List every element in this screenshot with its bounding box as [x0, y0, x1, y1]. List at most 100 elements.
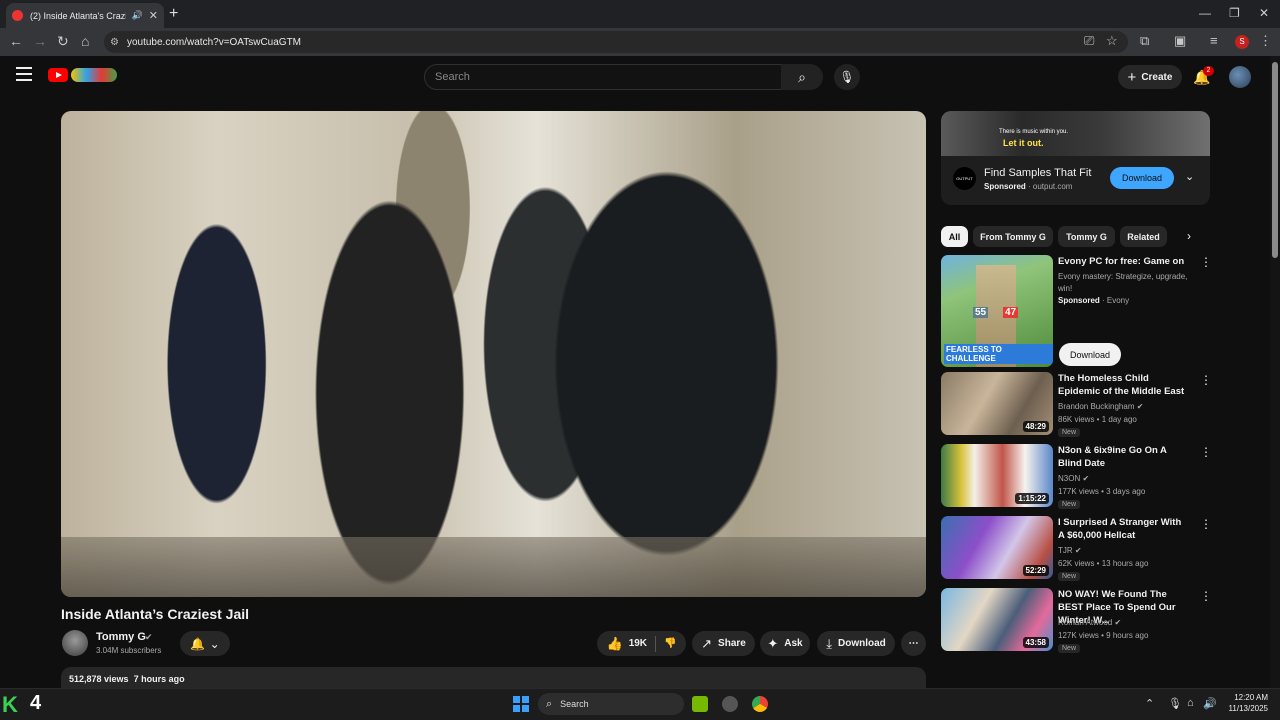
recommendation-more-icon[interactable]: ⋮	[1200, 445, 1212, 459]
taskbar-clock[interactable]: 12:20 AM 11/13/2025	[1224, 692, 1268, 714]
youtube-logo[interactable]	[48, 68, 117, 82]
recommendation-title[interactable]: The Homeless Child Epidemic of the Middl…	[1058, 372, 1190, 398]
video-thumbnail[interactable]: 48:29	[941, 372, 1053, 435]
tray-overflow-chevron-icon[interactable]: ⌃	[1145, 697, 1154, 710]
side-panel-icon[interactable]: ▣	[1174, 33, 1186, 49]
channel-label: Brandon Buckingham	[1058, 402, 1135, 411]
posted-time: 7 hours ago	[133, 674, 185, 684]
media-controls-icon[interactable]: ≡	[1210, 33, 1218, 48]
video-player[interactable]	[61, 111, 926, 597]
recommendation-stats: 177K views • 3 days ago	[1058, 487, 1146, 496]
taskbar-search-input[interactable]: ⌕ Search	[538, 693, 684, 715]
account-avatar[interactable]	[1229, 66, 1251, 88]
new-badge: New	[1058, 500, 1081, 509]
window-close-icon[interactable]: ✕	[1259, 6, 1269, 20]
site-info-icon[interactable]: ⚙	[110, 37, 119, 48]
plus-icon: +	[1127, 68, 1137, 86]
chip-all[interactable]: All	[941, 226, 968, 247]
channel-name[interactable]: Tommy G	[96, 631, 146, 643]
recommendation-channel[interactable]: Brandon Buckingham ✔	[1058, 401, 1143, 413]
verified-badge-icon: ✔	[1136, 402, 1144, 411]
ad-expand-chevron-icon[interactable]: ⌄	[1185, 170, 1194, 183]
video-duration: 43:58	[1022, 637, 1049, 648]
audio-playing-icon[interactable]: 🔊	[132, 10, 143, 21]
like-count[interactable]: 19K	[629, 638, 647, 649]
recommendation-channel[interactable]: Roman Atwood ✔	[1058, 617, 1121, 629]
recommendation-channel[interactable]: TJR ✔	[1058, 545, 1082, 557]
share-button[interactable]: ↗ Share	[692, 631, 755, 656]
download-label: Download	[837, 638, 886, 649]
browser-profile-avatar[interactable]: S	[1235, 35, 1249, 49]
tab-close-icon[interactable]: ✕	[149, 9, 158, 22]
sponsored-download-button[interactable]: Download	[1059, 343, 1121, 366]
sponsored-more-icon[interactable]: ⋮	[1200, 255, 1212, 269]
nvidia-app-icon[interactable]	[692, 696, 708, 712]
chip-from-tommy-g[interactable]: From Tommy G	[973, 226, 1053, 247]
download-button[interactable]: ⤓ Download	[817, 631, 895, 656]
taskbar-app-icon[interactable]	[722, 696, 738, 712]
browser-tab[interactable]: (2) Inside Atlanta's Craziest Jail 🔊 ✕	[6, 3, 164, 28]
windows-start-icon[interactable]	[513, 696, 529, 712]
sponsored-thumbnail[interactable]: 55 47 FEARLESS TO CHALLENGE	[941, 255, 1053, 367]
recommendation-title[interactable]: N3on & 6ix9ine Go On A Blind Date	[1058, 444, 1190, 470]
volume-icon[interactable]: 🔊	[1203, 697, 1217, 710]
chips-next-chevron-icon[interactable]: ›	[1187, 229, 1191, 243]
microphone-tray-icon[interactable]: 🎙	[1168, 697, 1182, 710]
sponsored-title[interactable]: Evony PC for free: Game on	[1058, 255, 1190, 268]
back-icon[interactable]: ←	[9, 33, 23, 49]
network-icon[interactable]: ⌂	[1187, 697, 1194, 709]
more-actions-button[interactable]: ⋯	[901, 631, 926, 656]
extensions-icon[interactable]: ⧉	[1140, 33, 1149, 49]
channel-avatar[interactable]	[62, 630, 88, 656]
bookmark-star-icon[interactable]: ☆	[1106, 33, 1118, 49]
sponsored-label: Sponsored	[984, 182, 1026, 191]
ad-domain: output.com	[1032, 182, 1073, 191]
chip-tommy-g[interactable]: Tommy G	[1058, 226, 1115, 247]
thumbnail-level-b: 47	[1003, 307, 1019, 318]
video-thumbnail[interactable]: 52:29	[941, 516, 1053, 579]
reload-icon[interactable]: ↻	[57, 33, 69, 50]
channel-label: N3ON	[1058, 474, 1081, 483]
voice-search-button[interactable]: 🎙	[834, 64, 860, 90]
dislike-icon[interactable]: 👎	[664, 638, 676, 649]
forward-icon[interactable]: →	[33, 33, 47, 49]
cast-icon[interactable]: ⎚	[1084, 33, 1094, 49]
kick-logo-icon[interactable]: K	[2, 692, 18, 718]
search-input[interactable]: Search	[424, 64, 782, 90]
sparkle-icon: ✦	[767, 635, 779, 651]
minimize-icon[interactable]: —	[1199, 6, 1211, 20]
chrome-app-icon[interactable]	[752, 696, 768, 712]
ad-title[interactable]: Find Samples That Fit	[984, 167, 1091, 179]
video-thumbnail[interactable]: 43:58	[941, 588, 1053, 651]
taskbar-search-placeholder: Search	[560, 699, 589, 709]
ask-button[interactable]: ✦ Ask	[760, 631, 810, 656]
new-tab-button[interactable]: +	[169, 5, 178, 23]
recommendation-more-icon[interactable]: ⋮	[1200, 589, 1212, 603]
recommendation-more-icon[interactable]: ⋮	[1200, 373, 1212, 387]
recommendation-channel[interactable]: N3ON ✔	[1058, 473, 1089, 485]
restore-icon[interactable]: ❐	[1229, 6, 1240, 20]
scrollbar-thumb[interactable]	[1272, 62, 1278, 258]
recommendation-title[interactable]: I Surprised A Stranger With A $60,000 He…	[1058, 516, 1190, 542]
ad-banner-image[interactable]: There is music within you. Let it out.	[941, 111, 1210, 156]
verified-badge-icon: ✔	[145, 632, 153, 642]
like-icon[interactable]: 👍	[607, 636, 623, 652]
menu-hamburger-icon[interactable]	[16, 67, 32, 81]
search-button[interactable]: ⌕	[781, 64, 823, 90]
ad-download-button[interactable]: Download	[1110, 167, 1174, 189]
recommendation-more-icon[interactable]: ⋮	[1200, 517, 1212, 531]
kick-number: 4	[30, 692, 42, 714]
subscription-bell-button[interactable]: 🔔 ⌄	[180, 631, 230, 656]
sponsored-ad-card[interactable]: There is music within you. Let it out. O…	[941, 111, 1210, 205]
divider	[655, 635, 657, 652]
video-thumbnail[interactable]: 1:15:22	[941, 444, 1053, 507]
like-dislike-group: 👍 19K 👎	[597, 631, 686, 656]
home-icon[interactable]: ⌂	[81, 33, 89, 49]
create-button[interactable]: + Create	[1118, 65, 1182, 89]
view-count: 512,878 views	[69, 674, 129, 684]
chip-related[interactable]: Related	[1120, 226, 1167, 247]
browser-menu-icon[interactable]: ⋮	[1259, 33, 1272, 49]
address-bar[interactable]: ⚙ youtube.com/watch?v=OATswCuaGTM	[104, 31, 1128, 53]
create-label: Create	[1141, 71, 1173, 83]
youtube-play-icon	[48, 68, 68, 82]
